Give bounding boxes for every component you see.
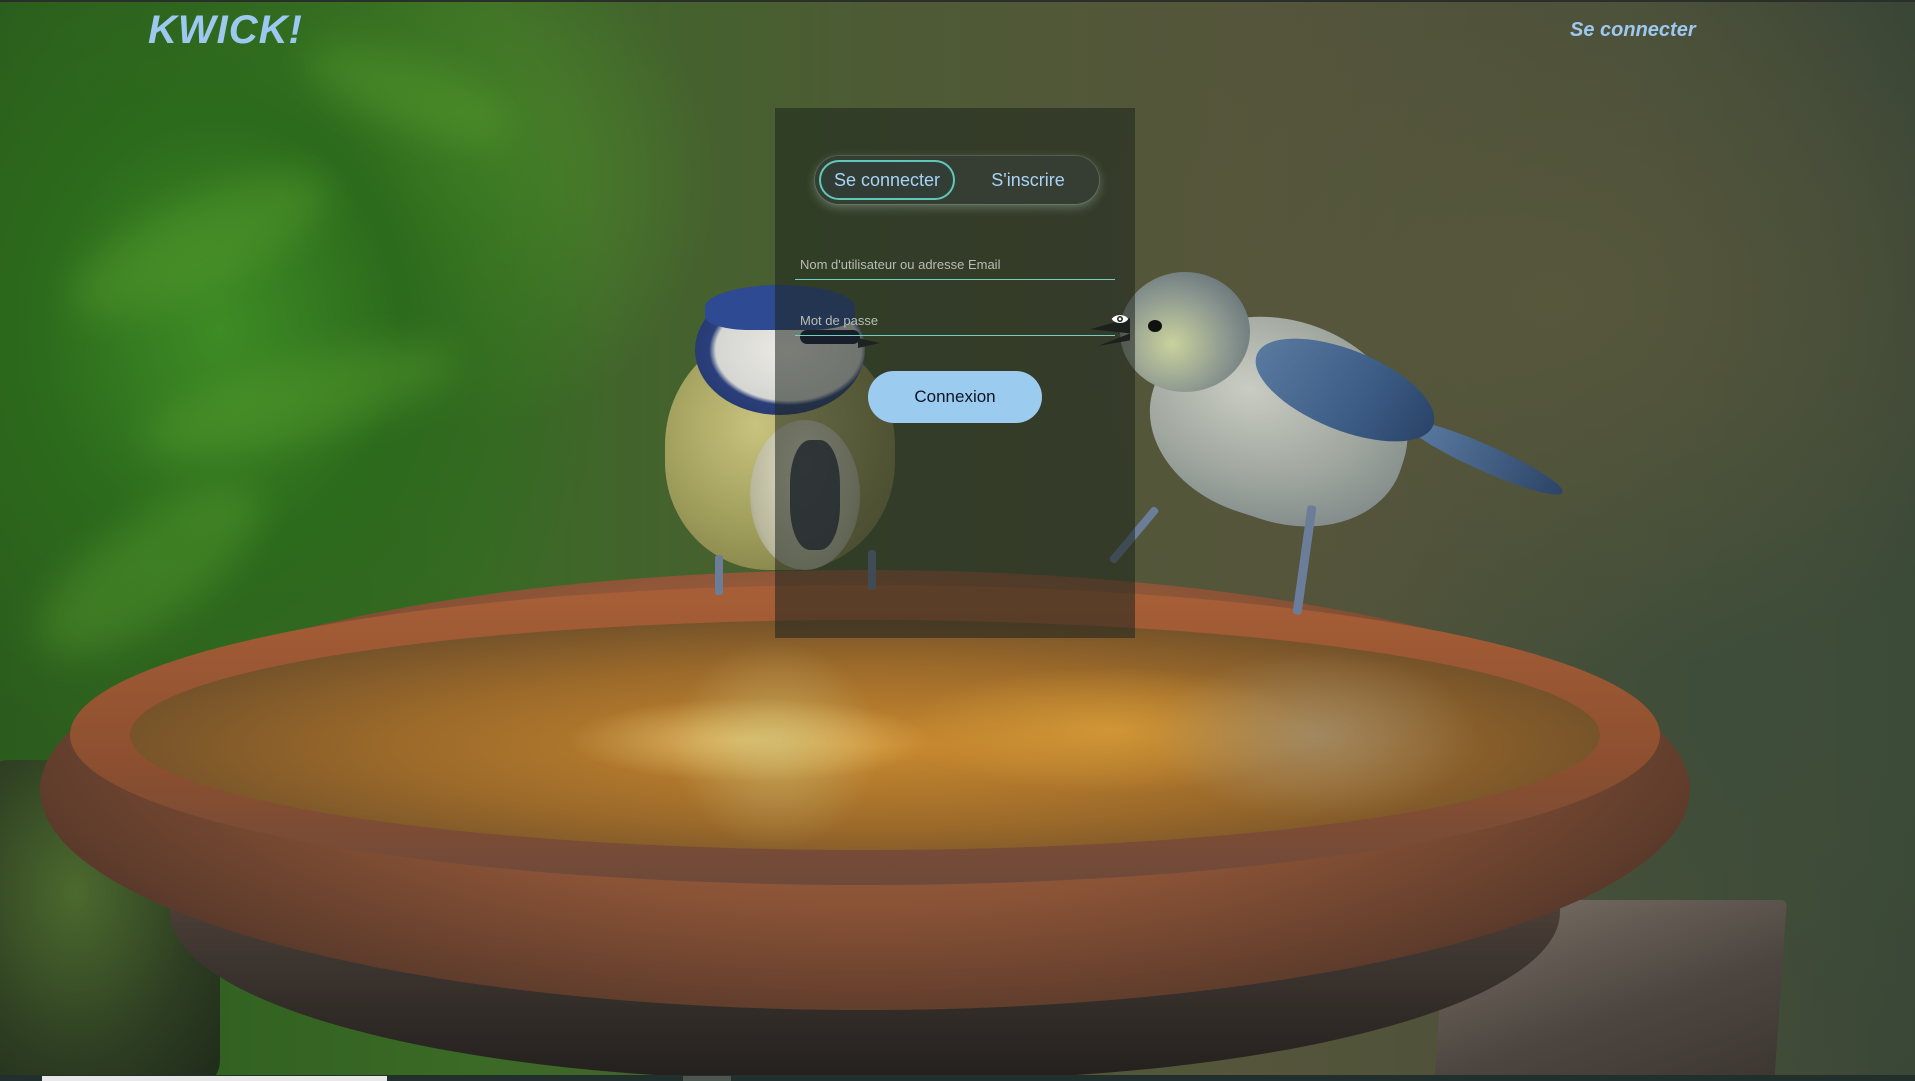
password-field <box>795 306 1129 336</box>
eye-icon[interactable] <box>1111 310 1129 328</box>
tab-register[interactable]: S'inscrire <box>963 160 1093 200</box>
nav-login-link[interactable]: Se connecter <box>1570 19 1696 42</box>
top-border <box>0 0 1915 2</box>
password-input[interactable] <box>795 306 1115 335</box>
login-button[interactable]: Connexion <box>868 371 1042 423</box>
username-field <box>795 250 1115 280</box>
auth-panel: Se connecter S'inscrire Connexion <box>775 108 1135 638</box>
tab-login[interactable]: Se connecter <box>819 160 955 200</box>
scrollbar-thumb[interactable] <box>42 1076 387 1081</box>
scrollbar-marker <box>683 1076 731 1081</box>
username-input[interactable] <box>795 250 1115 279</box>
auth-tabs: Se connecter S'inscrire <box>815 156 1099 204</box>
brand-logo[interactable]: KWICK! <box>148 8 303 53</box>
